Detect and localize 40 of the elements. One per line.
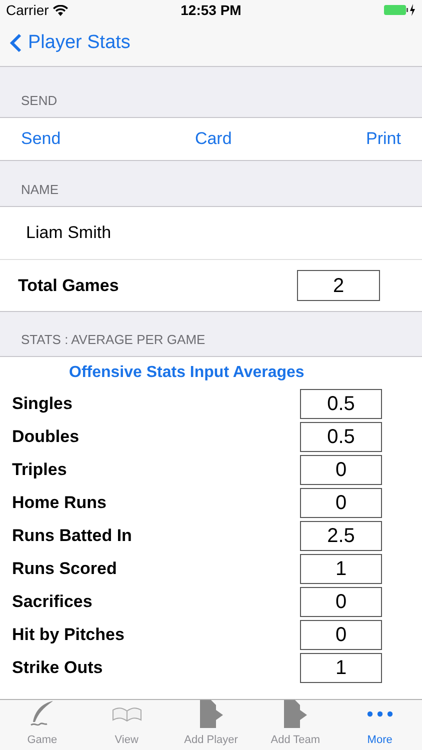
wifi-icon [52, 4, 68, 16]
stat-label: Sacrifices [12, 591, 92, 614]
action-button[interactable]: Card [194, 126, 232, 152]
stat-label: Singles [12, 393, 72, 416]
action-button[interactable]: Print [366, 126, 401, 152]
chevron-left-icon [10, 33, 22, 53]
stat-label: Triples [12, 459, 67, 482]
stat-field[interactable]: 2.5 [300, 521, 382, 551]
tab-bar-item[interactable]: More [338, 700, 422, 750]
total-games-field[interactable]: 2 [297, 270, 380, 301]
stat-field[interactable]: 0.5 [300, 389, 382, 419]
stat-field[interactable]: 0 [300, 488, 382, 518]
stat-field[interactable]: 0 [300, 455, 382, 485]
battery-icon [384, 4, 416, 16]
document-arrow-icon [282, 700, 308, 728]
section-header: SEND [21, 92, 58, 110]
section-header: NAME [21, 180, 59, 198]
player-name-field[interactable]: Liam Smith [26, 220, 112, 246]
stats-title: Offensive Stats Input Averages [69, 363, 304, 383]
stat-field[interactable]: 1 [300, 653, 382, 683]
section-header: STATS : AVERAGE PER GAME [21, 330, 206, 348]
stat-field[interactable]: 0.5 [300, 422, 382, 452]
action-button[interactable]: Send [21, 126, 61, 152]
stat-label: Runs Scored [12, 558, 117, 580]
stat-label: Hit by Pitches [12, 624, 124, 646]
stat-label: Strike Outs [12, 657, 103, 680]
quill-icon [29, 700, 56, 728]
stat-field[interactable]: 0 [300, 587, 382, 617]
document-arrow-icon [198, 700, 224, 728]
more-icon [366, 710, 393, 717]
stat-label: Home Runs [12, 492, 106, 514]
stat-field[interactable]: 0 [300, 620, 382, 650]
carrier-label: Carrier [6, 0, 49, 20]
back-button[interactable]: Player Stats [10, 28, 130, 58]
stat-label: Runs Batted In [12, 525, 132, 548]
stat-label: Doubles [12, 426, 80, 448]
total-games-label: Total Games [18, 274, 119, 297]
stat-field[interactable]: 1 [300, 554, 382, 584]
book-icon [112, 706, 142, 722]
time-label: 12:53 PM [180, 0, 242, 20]
